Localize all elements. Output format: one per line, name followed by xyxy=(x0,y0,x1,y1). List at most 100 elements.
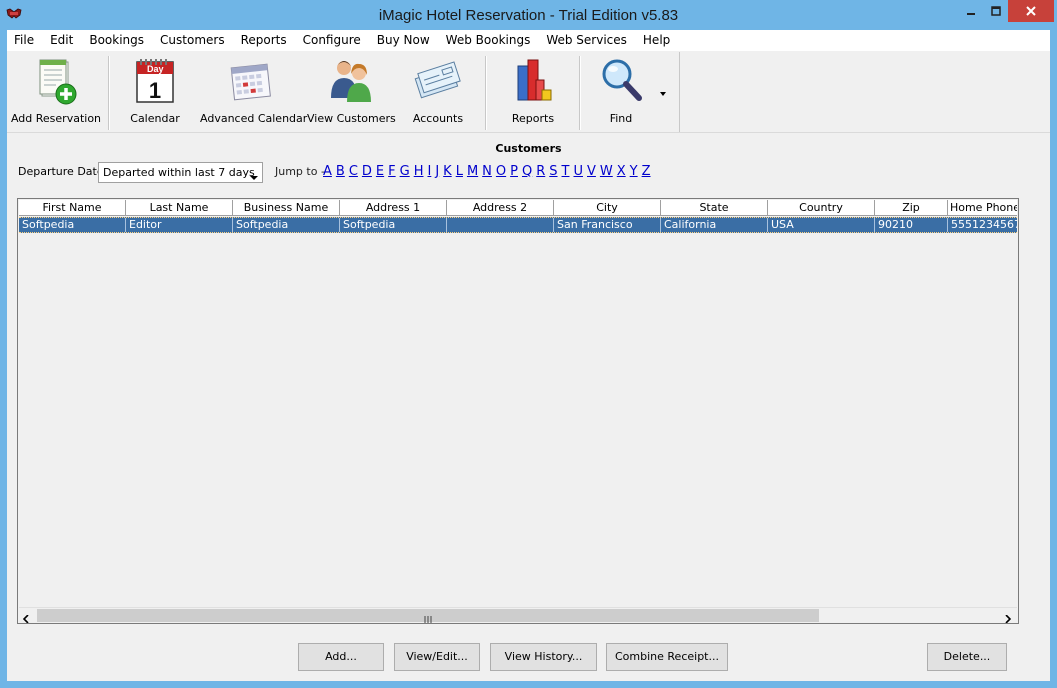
departure-date-value: Departed within last 7 days xyxy=(103,166,255,179)
departure-date-select[interactable]: Departed within last 7 days xyxy=(98,162,263,183)
toolbar: Add Reservation Day 1 Calendar Advanced … xyxy=(7,52,680,132)
app-window: iMagic Hotel Reservation - Trial Edition… xyxy=(0,0,1057,688)
grid-viewport: First Name Last Name Business Name Addre… xyxy=(19,200,1017,606)
jump-letter-s[interactable]: S xyxy=(549,164,557,180)
advanced-calendar-label: Advanced Calendar xyxy=(200,112,308,125)
view-customers-button[interactable]: View Customers xyxy=(307,52,396,132)
calendar-button[interactable]: Day 1 Calendar xyxy=(117,52,193,132)
combine-receipt-button[interactable]: Combine Receipt... xyxy=(606,643,728,671)
jump-letter-j[interactable]: J xyxy=(435,164,439,180)
jump-letter-k[interactable]: K xyxy=(443,164,452,180)
reports-button[interactable]: Reports xyxy=(493,52,573,132)
column-header-last-name[interactable]: Last Name xyxy=(126,200,233,216)
chevron-down-icon xyxy=(250,171,258,184)
column-header-city[interactable]: City xyxy=(554,200,661,216)
toolbar-separator xyxy=(108,56,109,130)
column-header-address-1[interactable]: Address 1 xyxy=(340,200,447,216)
menu-configure[interactable]: Configure xyxy=(295,30,369,51)
column-header-country[interactable]: Country xyxy=(768,200,875,216)
cell-address-2 xyxy=(447,218,554,232)
add-button[interactable]: Add... xyxy=(298,643,384,671)
grid-rows: Softpedia Editor Softpedia Softpedia San… xyxy=(19,217,1017,233)
find-button[interactable]: Find xyxy=(587,52,655,132)
add-reservation-button[interactable]: Add Reservation xyxy=(7,52,105,132)
cell-first-name: Softpedia xyxy=(19,218,126,232)
jump-letter-h[interactable]: H xyxy=(414,164,424,180)
magnifier-icon xyxy=(597,56,645,108)
menu-buy-now[interactable]: Buy Now xyxy=(369,30,438,51)
jump-letter-u[interactable]: U xyxy=(573,164,583,180)
jump-letter-r[interactable]: R xyxy=(536,164,545,180)
find-dropdown-arrow-icon[interactable] xyxy=(659,87,667,96)
scroll-left-arrow-icon[interactable] xyxy=(22,612,29,626)
accounts-button[interactable]: Accounts xyxy=(399,52,477,132)
menu-help[interactable]: Help xyxy=(635,30,678,51)
column-header-address-2[interactable]: Address 2 xyxy=(447,200,554,216)
jump-letter-a[interactable]: A xyxy=(323,164,332,180)
customers-grid[interactable]: First Name Last Name Business Name Addre… xyxy=(17,198,1019,624)
minimize-button[interactable] xyxy=(958,0,983,22)
jump-letter-g[interactable]: G xyxy=(400,164,410,180)
grid-header: First Name Last Name Business Name Addre… xyxy=(19,200,1017,216)
column-header-zip[interactable]: Zip xyxy=(875,200,948,216)
column-header-business-name[interactable]: Business Name xyxy=(233,200,340,216)
menu-web-bookings[interactable]: Web Bookings xyxy=(438,30,539,51)
column-header-first-name[interactable]: First Name xyxy=(19,200,126,216)
view-edit-button[interactable]: View/Edit... xyxy=(394,643,480,671)
menu-customers[interactable]: Customers xyxy=(152,30,233,51)
jump-letter-n[interactable]: N xyxy=(482,164,492,180)
title-bar: iMagic Hotel Reservation - Trial Edition… xyxy=(0,0,1057,30)
jump-letter-o[interactable]: O xyxy=(496,164,506,180)
scroll-right-arrow-icon[interactable] xyxy=(1005,612,1012,626)
jump-letter-w[interactable]: W xyxy=(600,164,613,180)
jump-letter-d[interactable]: D xyxy=(362,164,372,180)
toolbar-separator xyxy=(579,56,580,130)
jump-letter-v[interactable]: V xyxy=(587,164,596,180)
toolbar-divider xyxy=(7,132,1050,133)
maximize-button[interactable] xyxy=(983,0,1008,22)
find-label: Find xyxy=(609,112,633,125)
jump-letter-f[interactable]: F xyxy=(388,164,395,180)
departure-date-label: Departure Date: xyxy=(18,165,108,178)
window-title: iMagic Hotel Reservation - Trial Edition… xyxy=(378,7,679,24)
jump-letter-x[interactable]: X xyxy=(617,164,626,180)
jump-letter-m[interactable]: M xyxy=(467,164,478,180)
column-header-home-phone[interactable]: Home Phone xyxy=(948,200,1017,216)
jump-letter-y[interactable]: Y xyxy=(630,164,638,180)
scrollbar-thumb[interactable] xyxy=(37,609,819,623)
jump-letter-e[interactable]: E xyxy=(376,164,384,180)
jump-letter-l[interactable]: L xyxy=(456,164,463,180)
advanced-calendar-button[interactable]: Advanced Calendar xyxy=(200,52,308,132)
calendar-day-text: Day xyxy=(147,64,164,74)
jump-letter-z[interactable]: Z xyxy=(642,164,651,180)
advanced-calendar-icon xyxy=(227,56,275,108)
minimize-icon xyxy=(966,13,975,15)
jump-letter-b[interactable]: B xyxy=(336,164,345,180)
grip-icon xyxy=(424,612,432,626)
calendar-icon: Day 1 xyxy=(131,56,179,108)
delete-button[interactable]: Delete... xyxy=(927,643,1007,671)
menu-reports[interactable]: Reports xyxy=(233,30,295,51)
cell-state: California xyxy=(661,218,768,232)
jump-letter-i[interactable]: I xyxy=(427,164,431,180)
jump-letter-t[interactable]: T xyxy=(562,164,570,180)
menu-bookings[interactable]: Bookings xyxy=(81,30,152,51)
cell-last-name: Editor xyxy=(126,218,233,232)
close-button[interactable] xyxy=(1008,0,1054,22)
menu-web-services[interactable]: Web Services xyxy=(538,30,635,51)
table-row[interactable]: Softpedia Editor Softpedia Softpedia San… xyxy=(19,217,1017,233)
horizontal-scrollbar[interactable] xyxy=(19,607,1017,626)
accounts-label: Accounts xyxy=(412,112,464,125)
jump-to-label: Jump to - xyxy=(275,165,325,178)
jump-letter-c[interactable]: C xyxy=(349,164,358,180)
add-reservation-icon xyxy=(32,56,80,108)
page-title: Customers xyxy=(495,142,562,155)
menu-edit[interactable]: Edit xyxy=(42,30,81,51)
people-icon xyxy=(327,56,375,108)
menu-file[interactable]: File xyxy=(7,30,42,51)
jump-letter-q[interactable]: Q xyxy=(522,164,532,180)
jump-letter-p[interactable]: P xyxy=(510,164,518,180)
view-history-button[interactable]: View History... xyxy=(490,643,597,671)
bar-chart-icon xyxy=(509,56,557,108)
column-header-state[interactable]: State xyxy=(661,200,768,216)
